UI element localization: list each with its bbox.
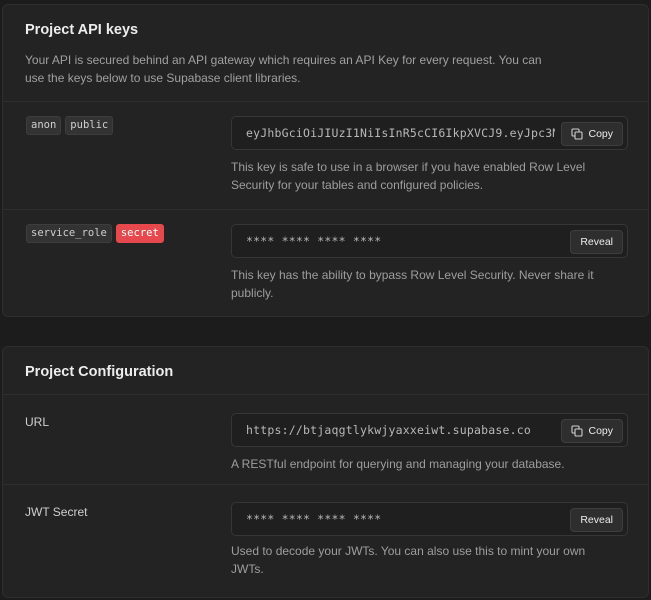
jwt-secret-label: JWT Secret [25, 505, 88, 519]
jwt-secret-value[interactable]: **** **** **** **** [246, 512, 555, 526]
config-title: Project Configuration [25, 364, 174, 380]
service-role-tags: service_role secret [26, 224, 164, 243]
jwt-secret-reveal-button[interactable]: Reveal [570, 508, 623, 532]
url-label: URL [25, 415, 50, 429]
jwt-secret-row: JWT Secret **** **** **** **** Reveal Us… [3, 485, 648, 597]
project-configuration-panel: Project Configuration URL https://btjaqg… [2, 346, 649, 598]
anon-tag: anon [26, 116, 62, 135]
copy-icon [571, 425, 584, 437]
service-role-key-field[interactable]: **** **** **** **** Reveal [231, 224, 628, 258]
service-role-help: This key has the ability to bypass Row L… [231, 268, 594, 300]
service-role-tag: service_role [26, 224, 112, 243]
service-role-key-value[interactable]: **** **** **** **** [246, 234, 555, 248]
reveal-label: Reveal [580, 236, 613, 248]
anon-key-field[interactable]: eyJhbGciOiJIUzI1NiIsInR5cCI6IkpXVCJ9.eyJ… [231, 116, 628, 150]
jwt-secret-help: Used to decode your JWTs. You can also u… [231, 544, 586, 576]
copy-label: Copy [588, 128, 613, 140]
anon-key-row: anon public eyJhbGciOiJIUzI1NiIsInR5cCI6… [3, 102, 648, 210]
config-header: Project Configuration [3, 347, 648, 395]
url-help: A RESTful endpoint for querying and mana… [231, 457, 565, 471]
project-api-keys-panel: Project API keys Your API is secured beh… [2, 4, 649, 317]
url-row: URL https://btjaqgtlykwjyaxxeiwt.supabas… [3, 395, 648, 485]
service-role-reveal-button[interactable]: Reveal [570, 230, 623, 254]
url-field[interactable]: https://btjaqgtlykwjyaxxeiwt.supabase.co… [231, 413, 628, 447]
service-role-key-row: service_role secret **** **** **** **** … [3, 210, 648, 316]
jwt-secret-field[interactable]: **** **** **** **** Reveal [231, 502, 628, 536]
api-keys-header: Project API keys Your API is secured beh… [3, 5, 648, 102]
copy-icon [571, 128, 584, 140]
public-tag: public [65, 116, 114, 135]
copy-label: Copy [588, 425, 613, 437]
secret-tag: secret [115, 224, 164, 243]
reveal-label: Reveal [580, 514, 613, 526]
anon-key-help: This key is safe to use in a browser if … [231, 160, 586, 192]
url-copy-button[interactable]: Copy [561, 419, 623, 443]
anon-key-value[interactable]: eyJhbGciOiJIUzI1NiIsInR5cCI6IkpXVCJ9.eyJ… [246, 126, 555, 140]
api-keys-description: Your API is secured behind an API gatewa… [25, 53, 542, 85]
anon-key-tags: anon public [26, 116, 114, 135]
api-keys-title: Project API keys [25, 22, 139, 38]
url-value[interactable]: https://btjaqgtlykwjyaxxeiwt.supabase.co [246, 423, 555, 437]
anon-key-copy-button[interactable]: Copy [561, 122, 623, 146]
